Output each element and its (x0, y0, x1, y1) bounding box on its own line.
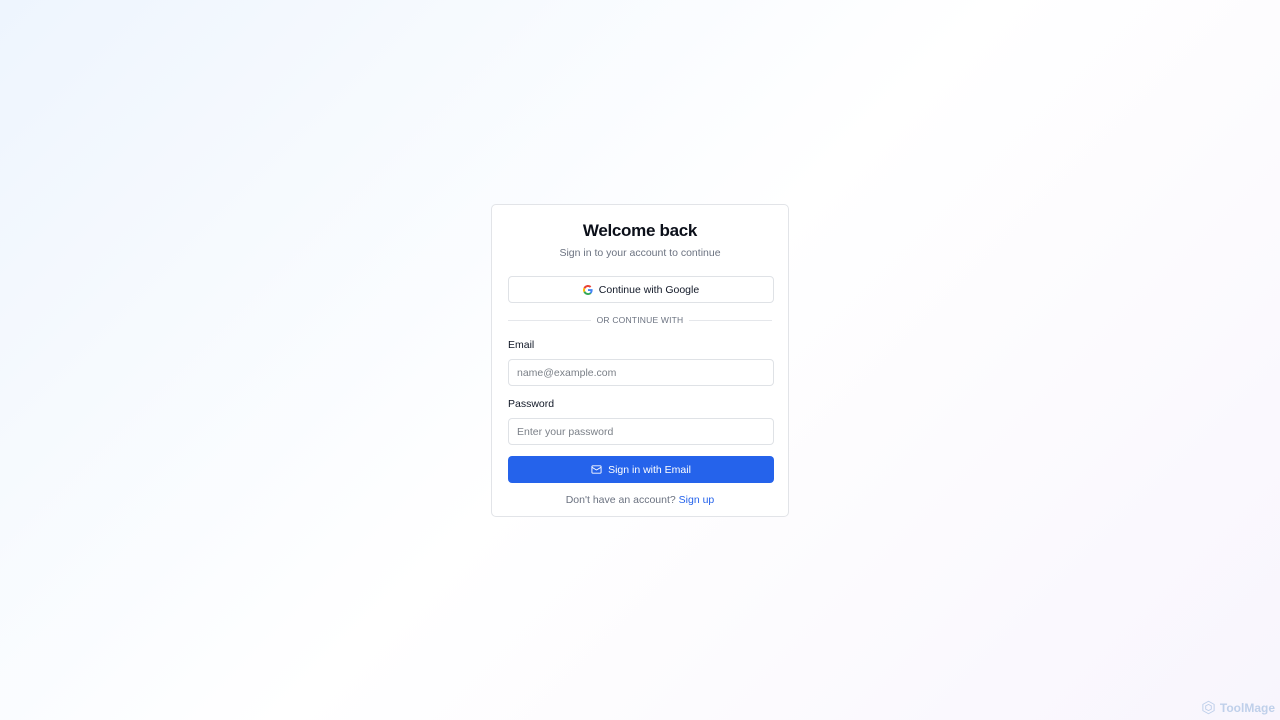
toolmage-logo-icon (1202, 700, 1215, 715)
password-field[interactable] (508, 418, 774, 445)
divider: OR CONTINUE WITH (508, 314, 772, 326)
divider-line-left (508, 319, 591, 321)
divider-line-right (689, 319, 772, 321)
signup-prompt-text: Don't have an account? (565, 494, 676, 506)
divider-text: OR CONTINUE WITH (596, 315, 684, 325)
signup-prompt: Don't have an account? Sign up (508, 494, 772, 506)
page-title: Welcome back (582, 221, 698, 240)
watermark-text: ToolMage (1219, 700, 1275, 715)
signup-link[interactable]: Sign up (679, 494, 715, 506)
email-button-label: Sign in with Email (608, 463, 691, 476)
email-label: Email (508, 339, 535, 351)
email-signin-button[interactable]: Sign in with Email (508, 456, 774, 483)
page-subtitle: Sign in to your account to continue (559, 247, 721, 259)
google-button-label: Continue with Google (598, 283, 700, 296)
password-label: Password (508, 398, 555, 410)
watermark: ToolMage (1201, 700, 1275, 715)
google-icon (582, 284, 593, 295)
login-card: Welcome back Sign in to your account to … (491, 204, 789, 517)
mail-icon (591, 465, 602, 474)
google-signin-button[interactable]: Continue with Google (508, 276, 774, 303)
email-field[interactable] (508, 359, 774, 386)
